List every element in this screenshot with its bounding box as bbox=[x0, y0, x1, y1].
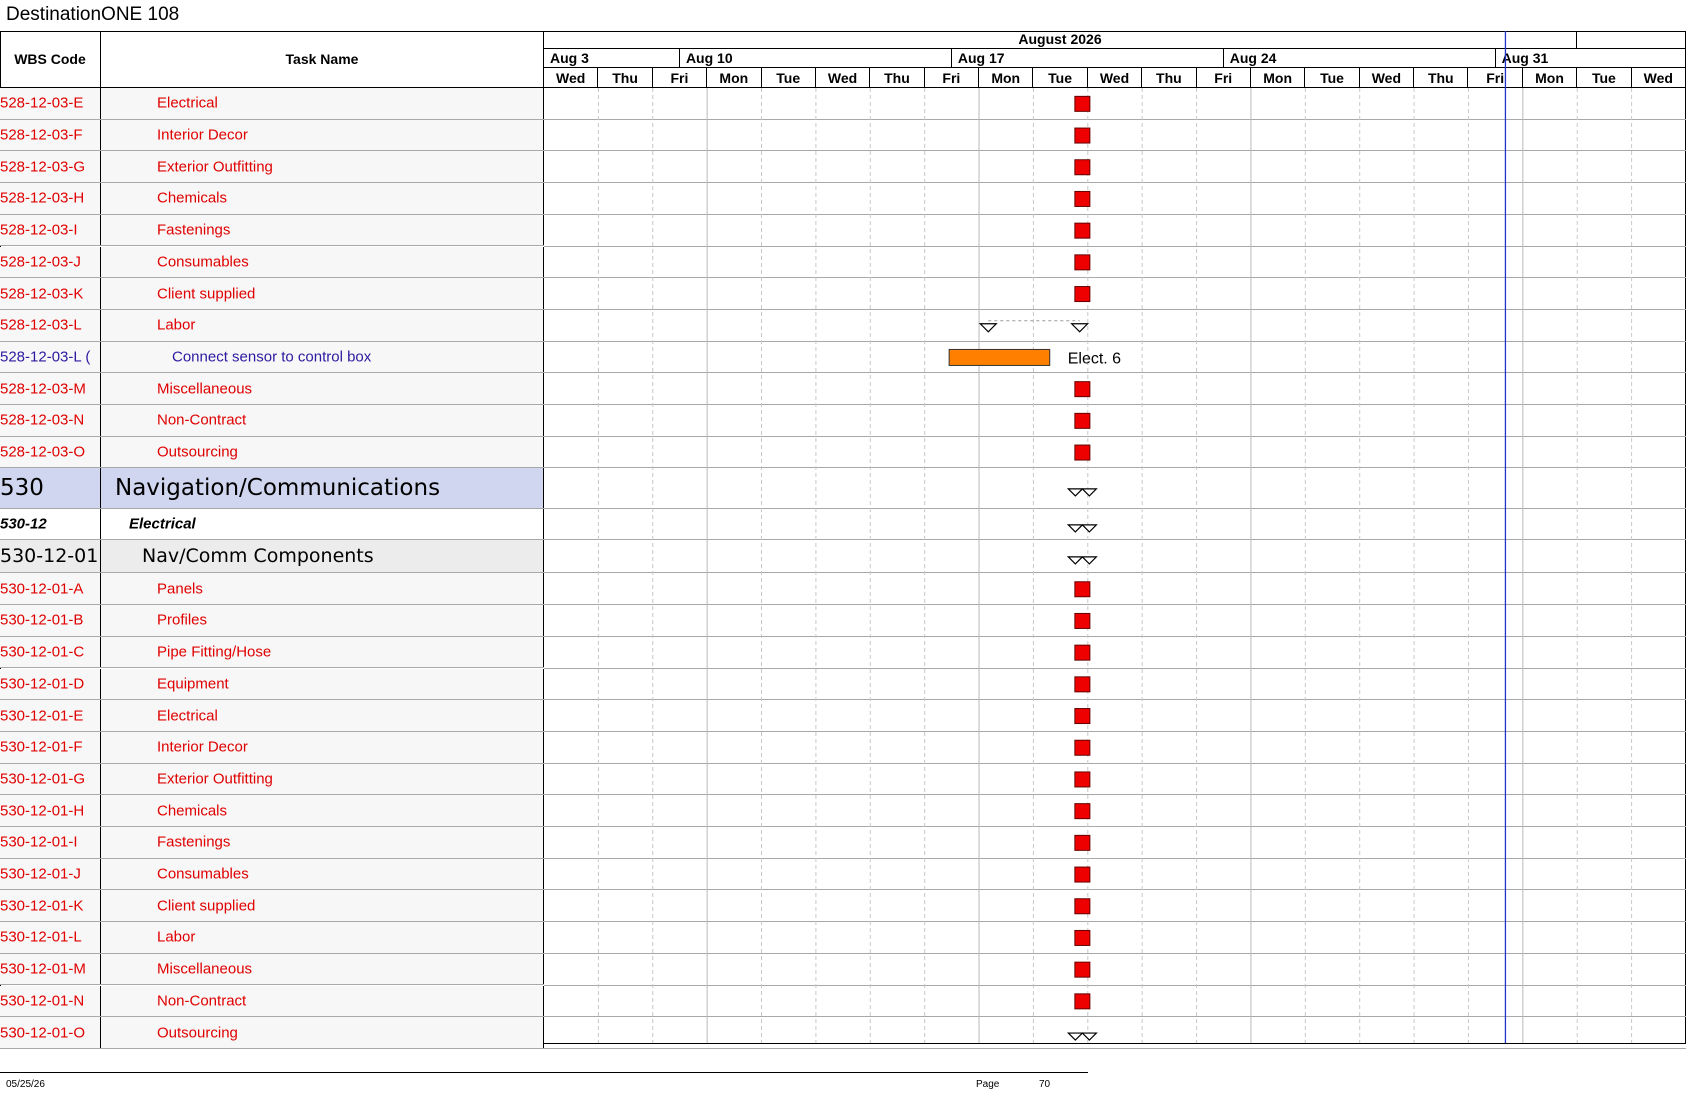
summary-start-marker bbox=[978, 323, 998, 333]
milestone-marker bbox=[1074, 444, 1091, 461]
milestone-marker bbox=[1074, 771, 1091, 788]
footer-page-label: Page bbox=[976, 1079, 1000, 1090]
milestone-marker bbox=[1074, 127, 1091, 144]
milestone-marker bbox=[1074, 739, 1091, 756]
milestone-marker bbox=[1074, 159, 1091, 176]
milestone-marker bbox=[1074, 929, 1091, 946]
milestone-marker bbox=[1074, 644, 1091, 661]
summary-marker bbox=[1066, 524, 1098, 533]
milestone-marker bbox=[1074, 993, 1091, 1010]
summary-marker bbox=[1066, 488, 1098, 497]
milestone-marker bbox=[1074, 412, 1091, 429]
footer-rule bbox=[0, 1072, 1088, 1073]
footer-date: 05/25/26 bbox=[6, 1079, 45, 1090]
task-bar-label: Elect. 6 bbox=[1068, 350, 1121, 367]
milestone-marker bbox=[1074, 708, 1091, 725]
milestone-marker bbox=[1074, 222, 1091, 239]
milestone-marker bbox=[1074, 95, 1091, 112]
milestone-marker bbox=[1074, 286, 1091, 303]
milestone-marker bbox=[1074, 866, 1091, 883]
milestone-marker bbox=[1074, 898, 1091, 915]
milestone-marker bbox=[1074, 581, 1091, 598]
summary-marker bbox=[1066, 1032, 1098, 1041]
summary-marker bbox=[1066, 556, 1098, 565]
milestone-marker bbox=[1074, 834, 1091, 851]
milestone-marker bbox=[1074, 381, 1091, 398]
milestone-marker bbox=[1074, 254, 1091, 271]
milestone-marker bbox=[1074, 190, 1091, 207]
gantt-chart-area: Elect. 6 bbox=[597, 31, 1633, 1043]
footer-page-number: 70 bbox=[1039, 1079, 1051, 1090]
milestone-marker bbox=[1074, 612, 1091, 629]
task-bar bbox=[948, 348, 1051, 366]
milestone-marker bbox=[1074, 961, 1091, 978]
milestone-marker bbox=[1074, 803, 1091, 820]
milestone-marker bbox=[1074, 676, 1091, 693]
summary-end-marker bbox=[1070, 323, 1090, 333]
